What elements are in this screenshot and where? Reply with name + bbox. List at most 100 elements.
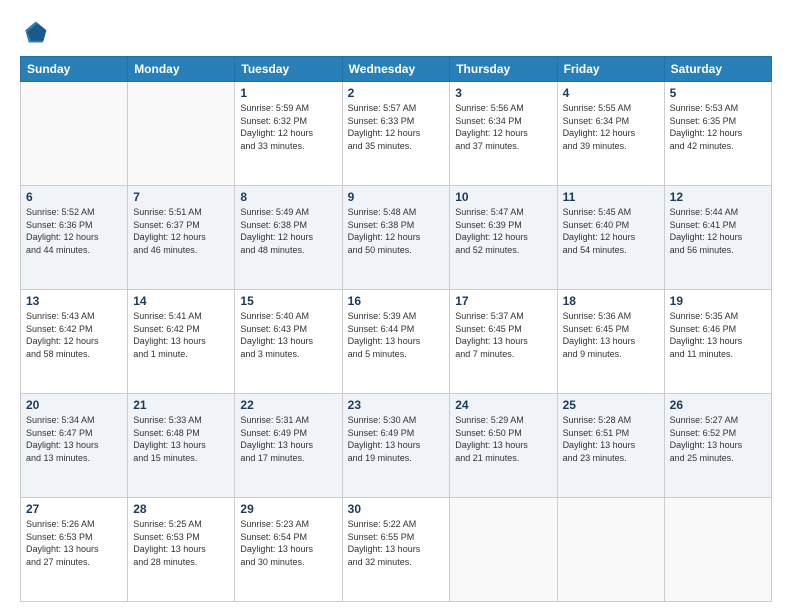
calendar-cell: 16Sunrise: 5:39 AM Sunset: 6:44 PM Dayli… — [342, 290, 450, 394]
calendar-cell: 1 Sunrise: 5:59 AM Sunset: 6:32 PM Daylig… — [235, 82, 342, 186]
day-number: 9 — [348, 190, 445, 204]
day-info: Sunrise: 5:29 AM Sunset: 6:50 PM Dayligh… — [455, 414, 551, 464]
day-number: 2 — [348, 86, 445, 100]
weekday-header-thursday: Thursday — [450, 57, 557, 82]
day-number: 6 — [26, 190, 122, 204]
calendar-cell — [128, 82, 235, 186]
day-info: Sunrise: 5:43 AM Sunset: 6:42 PM Dayligh… — [26, 310, 122, 360]
calendar-cell: 17 Sunrise: 5:37 AM Sunset: 6:45 PM Dayli… — [450, 290, 557, 394]
day-info: Sunrise: 5:34 AM Sunset: 6:47 PM Dayligh… — [26, 414, 122, 464]
day-number: 10 — [455, 190, 551, 204]
day-info: Sunrise: 5:59 AM Sunset: 6:32 PM Dayligh… — [240, 102, 336, 152]
calendar-cell: 2 Sunrise: 5:57 AM Sunset: 6:33 PM Daylig… — [342, 82, 450, 186]
weekday-header-friday: Friday — [557, 57, 664, 82]
calendar-cell: 5Sunrise: 5:53 AM Sunset: 6:35 PM Daylig… — [664, 82, 771, 186]
day-number: 28 — [133, 502, 229, 516]
day-info: Sunrise: 5:30 AM Sunset: 6:49 PM Dayligh… — [348, 414, 445, 464]
day-number: 21 — [133, 398, 229, 412]
weekday-header-sunday: Sunday — [21, 57, 128, 82]
week-row-4: 20 Sunrise: 5:34 AM Sunset: 6:47 PM Dayli… — [21, 394, 772, 498]
calendar-cell: 22 Sunrise: 5:31 AM Sunset: 6:49 PM Dayli… — [235, 394, 342, 498]
day-number: 29 — [240, 502, 336, 516]
day-info: Sunrise: 5:49 AM Sunset: 6:38 PM Dayligh… — [240, 206, 336, 256]
day-number: 19 — [670, 294, 766, 308]
day-number: 17 — [455, 294, 551, 308]
day-info: Sunrise: 5:22 AM Sunset: 6:55 PM Dayligh… — [348, 518, 445, 568]
calendar-cell: 12 Sunrise: 5:44 AM Sunset: 6:41 PM Dayli… — [664, 186, 771, 290]
day-info: Sunrise: 5:33 AM Sunset: 6:48 PM Dayligh… — [133, 414, 229, 464]
weekday-header-wednesday: Wednesday — [342, 57, 450, 82]
day-number: 11 — [563, 190, 659, 204]
day-number: 8 — [240, 190, 336, 204]
weekday-header-tuesday: Tuesday — [235, 57, 342, 82]
day-info: Sunrise: 5:40 AM Sunset: 6:43 PM Dayligh… — [240, 310, 336, 360]
day-info: Sunrise: 5:31 AM Sunset: 6:49 PM Dayligh… — [240, 414, 336, 464]
day-number: 22 — [240, 398, 336, 412]
day-info: Sunrise: 5:26 AM Sunset: 6:53 PM Dayligh… — [26, 518, 122, 568]
page: SundayMondayTuesdayWednesdayThursdayFrid… — [0, 0, 792, 612]
day-info: Sunrise: 5:55 AM Sunset: 6:34 PM Dayligh… — [563, 102, 659, 152]
day-info: Sunrise: 5:28 AM Sunset: 6:51 PM Dayligh… — [563, 414, 659, 464]
day-info: Sunrise: 5:44 AM Sunset: 6:41 PM Dayligh… — [670, 206, 766, 256]
calendar-cell: 11 Sunrise: 5:45 AM Sunset: 6:40 PM Dayli… — [557, 186, 664, 290]
day-info: Sunrise: 5:35 AM Sunset: 6:46 PM Dayligh… — [670, 310, 766, 360]
day-number: 7 — [133, 190, 229, 204]
calendar-cell: 8 Sunrise: 5:49 AM Sunset: 6:38 PM Daylig… — [235, 186, 342, 290]
calendar-cell: 25Sunrise: 5:28 AM Sunset: 6:51 PM Dayli… — [557, 394, 664, 498]
day-number: 4 — [563, 86, 659, 100]
calendar-cell: 28 Sunrise: 5:25 AM Sunset: 6:53 PM Dayli… — [128, 498, 235, 602]
day-number: 16 — [348, 294, 445, 308]
day-info: Sunrise: 5:45 AM Sunset: 6:40 PM Dayligh… — [563, 206, 659, 256]
day-info: Sunrise: 5:37 AM Sunset: 6:45 PM Dayligh… — [455, 310, 551, 360]
calendar-cell — [21, 82, 128, 186]
calendar-cell: 30 Sunrise: 5:22 AM Sunset: 6:55 PM Dayli… — [342, 498, 450, 602]
day-info: Sunrise: 5:51 AM Sunset: 6:37 PM Dayligh… — [133, 206, 229, 256]
day-info: Sunrise: 5:56 AM Sunset: 6:34 PM Dayligh… — [455, 102, 551, 152]
day-info: Sunrise: 5:23 AM Sunset: 6:54 PM Dayligh… — [240, 518, 336, 568]
logo-icon — [20, 18, 48, 46]
week-row-1: 1 Sunrise: 5:59 AM Sunset: 6:32 PM Daylig… — [21, 82, 772, 186]
header — [20, 18, 772, 46]
calendar-cell: 6 Sunrise: 5:52 AM Sunset: 6:36 PM Daylig… — [21, 186, 128, 290]
day-info: Sunrise: 5:48 AM Sunset: 6:38 PM Dayligh… — [348, 206, 445, 256]
calendar-cell: 9 Sunrise: 5:48 AM Sunset: 6:38 PM Daylig… — [342, 186, 450, 290]
calendar-cell: 18Sunrise: 5:36 AM Sunset: 6:45 PM Dayli… — [557, 290, 664, 394]
calendar-cell: 15 Sunrise: 5:40 AM Sunset: 6:43 PM Dayli… — [235, 290, 342, 394]
logo — [20, 18, 52, 46]
weekday-header-row: SundayMondayTuesdayWednesdayThursdayFrid… — [21, 57, 772, 82]
calendar-cell: 20 Sunrise: 5:34 AM Sunset: 6:47 PM Dayli… — [21, 394, 128, 498]
calendar-cell — [450, 498, 557, 602]
day-number: 1 — [240, 86, 336, 100]
calendar-cell — [664, 498, 771, 602]
week-row-3: 13Sunrise: 5:43 AM Sunset: 6:42 PM Dayli… — [21, 290, 772, 394]
week-row-2: 6 Sunrise: 5:52 AM Sunset: 6:36 PM Daylig… — [21, 186, 772, 290]
calendar-cell: 21 Sunrise: 5:33 AM Sunset: 6:48 PM Dayli… — [128, 394, 235, 498]
calendar-cell: 14 Sunrise: 5:41 AM Sunset: 6:42 PM Dayli… — [128, 290, 235, 394]
day-info: Sunrise: 5:41 AM Sunset: 6:42 PM Dayligh… — [133, 310, 229, 360]
day-number: 23 — [348, 398, 445, 412]
calendar-cell: 26Sunrise: 5:27 AM Sunset: 6:52 PM Dayli… — [664, 394, 771, 498]
day-number: 27 — [26, 502, 122, 516]
day-number: 26 — [670, 398, 766, 412]
day-info: Sunrise: 5:52 AM Sunset: 6:36 PM Dayligh… — [26, 206, 122, 256]
day-number: 18 — [563, 294, 659, 308]
calendar-table: SundayMondayTuesdayWednesdayThursdayFrid… — [20, 56, 772, 602]
day-number: 30 — [348, 502, 445, 516]
calendar-cell — [557, 498, 664, 602]
calendar-cell: 23 Sunrise: 5:30 AM Sunset: 6:49 PM Dayli… — [342, 394, 450, 498]
calendar-cell: 27 Sunrise: 5:26 AM Sunset: 6:53 PM Dayli… — [21, 498, 128, 602]
calendar-cell: 10 Sunrise: 5:47 AM Sunset: 6:39 PM Dayli… — [450, 186, 557, 290]
calendar-cell: 24Sunrise: 5:29 AM Sunset: 6:50 PM Dayli… — [450, 394, 557, 498]
day-info: Sunrise: 5:57 AM Sunset: 6:33 PM Dayligh… — [348, 102, 445, 152]
weekday-header-monday: Monday — [128, 57, 235, 82]
day-number: 3 — [455, 86, 551, 100]
day-info: Sunrise: 5:25 AM Sunset: 6:53 PM Dayligh… — [133, 518, 229, 568]
day-number: 15 — [240, 294, 336, 308]
day-number: 12 — [670, 190, 766, 204]
day-number: 5 — [670, 86, 766, 100]
day-number: 14 — [133, 294, 229, 308]
calendar-cell: 13Sunrise: 5:43 AM Sunset: 6:42 PM Dayli… — [21, 290, 128, 394]
calendar-cell: 4 Sunrise: 5:55 AM Sunset: 6:34 PM Daylig… — [557, 82, 664, 186]
day-info: Sunrise: 5:47 AM Sunset: 6:39 PM Dayligh… — [455, 206, 551, 256]
day-number: 20 — [26, 398, 122, 412]
